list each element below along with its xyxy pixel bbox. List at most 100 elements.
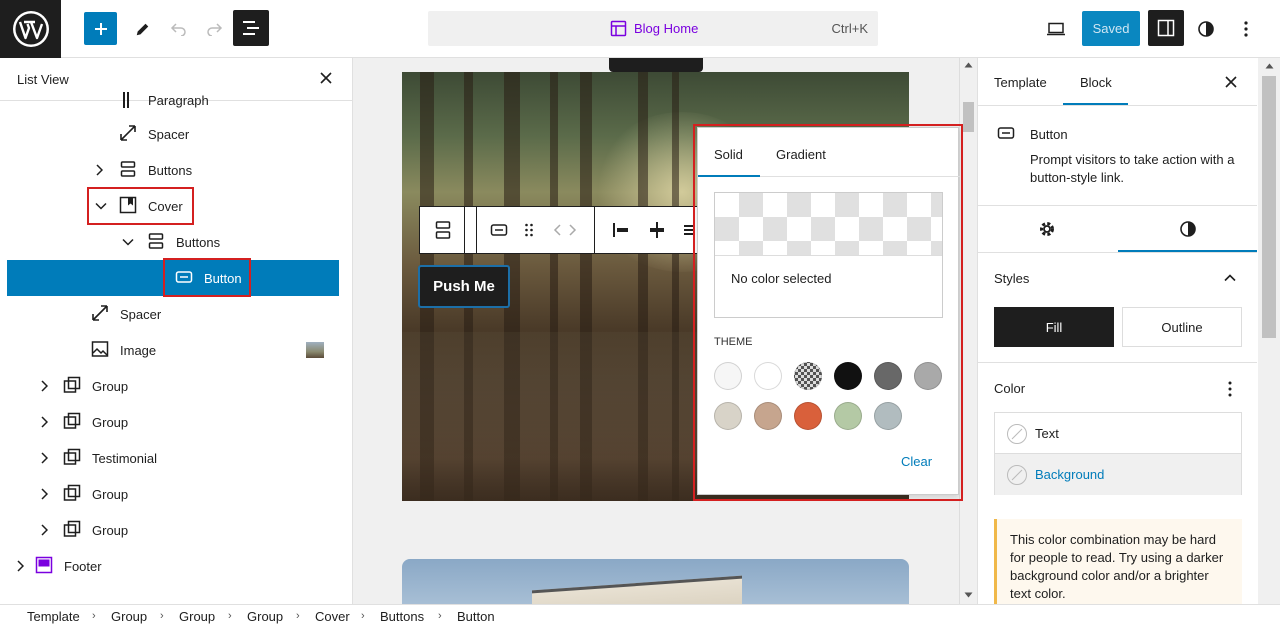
list-item-label: Group	[92, 415, 129, 430]
breadcrumb-item[interactable]: Group	[179, 609, 215, 624]
layout-icon	[610, 20, 627, 37]
tab-block[interactable]: Block	[1080, 75, 1112, 90]
breadcrumb-separator-icon: ›	[92, 610, 96, 622]
list-item-label: Group	[92, 523, 129, 538]
desktop-preview-icon[interactable]	[1039, 12, 1073, 46]
chevron-right-icon[interactable]	[95, 164, 103, 176]
breadcrumb-separator-icon: ›	[361, 610, 365, 622]
breadcrumb-item[interactable]: Template	[27, 609, 80, 624]
options-more-icon[interactable]	[1228, 381, 1232, 397]
undo-icon[interactable]	[162, 12, 196, 46]
settings-sidebar-toggle[interactable]	[1148, 10, 1184, 46]
breadcrumb-separator-icon: ›	[228, 610, 232, 622]
list-item-label: Image	[120, 343, 157, 358]
scroll-thumb[interactable]	[963, 102, 974, 132]
buttons-icon	[434, 220, 452, 240]
background-color-label: Background	[1035, 467, 1105, 482]
group-icon	[63, 520, 81, 538]
keyboard-shortcut: Ctrl+K	[831, 21, 868, 36]
gear-icon[interactable]	[1038, 220, 1056, 238]
pen-tool-icon[interactable]	[126, 12, 160, 46]
list-item-paragraph[interactable]: Paragraph	[0, 84, 352, 120]
image-thumbnail	[306, 342, 324, 358]
button-icon[interactable]	[490, 223, 508, 237]
tab-template[interactable]: Template	[994, 75, 1047, 90]
block-type-group	[476, 207, 595, 253]
color-indicator	[1007, 465, 1027, 485]
color-indicator	[1007, 424, 1027, 444]
sidebar-scrollbar[interactable]	[1258, 58, 1280, 604]
list-item-label: Group	[92, 487, 129, 502]
list-item-group[interactable]: Group	[0, 404, 352, 440]
list-item-group[interactable]: Group	[0, 512, 352, 548]
list-item-group[interactable]: Group	[0, 476, 352, 512]
breadcrumb-item[interactable]: Cover	[315, 609, 350, 624]
list-item-buttons[interactable]: Buttons	[0, 152, 352, 188]
block-description: Prompt visitors to take action with a bu…	[1030, 152, 1235, 185]
chevron-right-icon[interactable]	[40, 524, 48, 536]
image-block[interactable]	[402, 559, 909, 604]
drag-handle-icon[interactable]	[524, 222, 534, 238]
close-icon[interactable]	[320, 72, 332, 84]
justify-left-icon[interactable]	[612, 222, 630, 238]
list-item-footer[interactable]: Footer	[0, 548, 352, 584]
push-me-button[interactable]: Push Me	[418, 265, 510, 308]
close-icon[interactable]	[1225, 76, 1237, 88]
block-mover-tab	[609, 58, 703, 72]
buttons-icon	[119, 160, 137, 178]
divider	[978, 205, 1257, 206]
list-item-image[interactable]: Image	[0, 332, 352, 368]
outline-style-button[interactable]: Outline	[1122, 307, 1242, 347]
fill-style-button[interactable]: Fill	[994, 307, 1114, 347]
chevron-right-icon[interactable]	[40, 416, 48, 428]
breadcrumb-separator-icon: ›	[296, 610, 300, 622]
divider	[978, 252, 1257, 253]
background-color-option[interactable]: Background	[995, 454, 1241, 495]
redo-icon[interactable]	[197, 12, 231, 46]
scroll-up-icon[interactable]	[1265, 63, 1274, 69]
resize-icon	[91, 304, 109, 322]
chevron-right-icon[interactable]	[16, 560, 24, 572]
justify-center-icon[interactable]	[648, 221, 666, 239]
list-view-toggle-button[interactable]	[233, 10, 269, 46]
move-arrows-icon[interactable]	[553, 223, 577, 237]
add-block-button[interactable]	[84, 12, 117, 45]
breadcrumb-item[interactable]: Buttons	[380, 609, 424, 624]
list-item-group[interactable]: Group	[0, 368, 352, 404]
command-palette-bar[interactable]: Blog Home Ctrl+K	[428, 11, 878, 46]
wordpress-logo-icon[interactable]	[0, 0, 61, 58]
list-item-label: Buttons	[176, 235, 221, 250]
chevron-up-icon[interactable]	[1224, 274, 1236, 282]
active-tab-indicator	[1118, 250, 1257, 252]
options-more-icon[interactable]	[1229, 12, 1263, 46]
text-color-option[interactable]: Text	[995, 413, 1241, 454]
breadcrumb-item[interactable]: Group	[111, 609, 147, 624]
image-icon	[91, 340, 109, 358]
styles-panel-title[interactable]: Styles	[994, 271, 1029, 286]
breadcrumb-item[interactable]: Group	[247, 609, 283, 624]
list-item-spacer[interactable]: Spacer	[0, 296, 352, 332]
list-item-testimonial[interactable]: Testimonial	[0, 440, 352, 476]
document-title[interactable]: Blog Home	[634, 21, 698, 36]
scroll-down-icon[interactable]	[964, 592, 973, 598]
list-item-label: Testimonial	[92, 451, 158, 466]
group-icon	[63, 412, 81, 430]
chevron-right-icon[interactable]	[40, 452, 48, 464]
divider	[978, 105, 1257, 106]
list-item-buttons[interactable]: Buttons	[0, 224, 352, 260]
chevron-right-icon[interactable]	[40, 380, 48, 392]
highlight-box-cover	[87, 187, 194, 225]
group-icon	[63, 376, 81, 394]
styles-icon[interactable]	[1189, 12, 1223, 46]
block-title: Button	[1030, 127, 1068, 142]
list-item-spacer[interactable]: Spacer	[0, 116, 352, 152]
chevron-down-icon[interactable]	[122, 238, 134, 246]
parent-block-selector[interactable]	[420, 207, 465, 253]
block-breadcrumb: Template › Group › Group › Group › Cover…	[0, 604, 1280, 625]
scroll-up-icon[interactable]	[964, 62, 973, 68]
list-item-label: Buttons	[148, 163, 193, 178]
scroll-thumb[interactable]	[1262, 76, 1276, 338]
saved-button[interactable]: Saved	[1082, 11, 1140, 46]
styles-icon[interactable]	[1179, 220, 1197, 238]
chevron-right-icon[interactable]	[40, 488, 48, 500]
